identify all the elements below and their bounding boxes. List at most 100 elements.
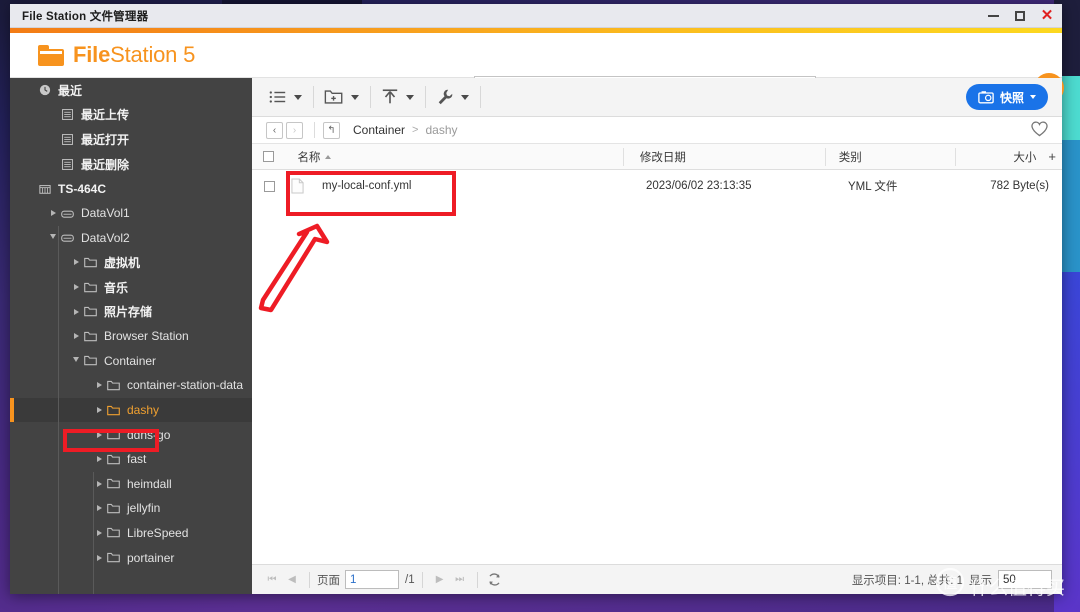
sidebar-item-label: 照片存储 <box>104 305 153 320</box>
per-page-input[interactable] <box>998 570 1052 589</box>
new-folder-dropdown[interactable] <box>347 94 363 100</box>
selection-indicator <box>10 397 14 423</box>
sidebar-item-datavol2[interactable]: DataVol2 <box>10 226 252 251</box>
sidebar-item-虚拟机[interactable]: 虚拟机 <box>10 250 252 275</box>
chevron-right-icon[interactable] <box>70 333 82 340</box>
chevron-right-icon[interactable] <box>93 505 105 512</box>
close-button[interactable]: ✕ <box>1040 8 1054 23</box>
chevron-down-icon[interactable] <box>70 356 82 365</box>
next-page-button[interactable]: ▶ <box>430 574 450 585</box>
tools-dropdown[interactable] <box>457 94 473 100</box>
select-all-checkbox[interactable] <box>252 151 285 162</box>
chevron-right-icon[interactable] <box>93 529 105 536</box>
up-button[interactable]: ↰ <box>323 121 340 139</box>
folder-icon <box>105 478 122 489</box>
sidebar-item-最近删除[interactable]: 最近删除 <box>10 152 252 177</box>
folder-icon <box>82 257 99 268</box>
heart-icon[interactable] <box>1031 121 1048 142</box>
new-folder-icon[interactable] <box>321 83 347 111</box>
sidebar-item-label: TS-464C <box>58 181 107 196</box>
volume-icon <box>59 208 76 219</box>
chevron-right-icon[interactable] <box>93 456 105 463</box>
sidebar-item-label: 最近打开 <box>81 132 130 147</box>
breadcrumb-container[interactable]: Container <box>353 123 405 137</box>
sort-ascending-icon <box>325 154 332 159</box>
column-header-modified[interactable]: 修改日期 <box>624 144 826 170</box>
page-total: /1 <box>405 573 415 586</box>
row-checkbox[interactable] <box>252 180 286 192</box>
snapshot-button[interactable]: 快照 <box>965 84 1048 110</box>
chevron-right-icon[interactable] <box>93 382 105 389</box>
folder-logo-icon <box>38 44 64 66</box>
sidebar-item-label: 音乐 <box>104 280 129 295</box>
content-toolbar: 快照 <box>252 78 1062 117</box>
breadcrumb-bar: ‹ › ↰ Container > dashy <box>252 117 1062 144</box>
folder-icon <box>105 552 122 563</box>
chevron-right-icon[interactable] <box>93 407 105 414</box>
page-input[interactable] <box>345 570 399 589</box>
sidebar-item-librespeed[interactable]: LibreSpeed <box>10 521 252 546</box>
upload-icon[interactable] <box>378 83 402 111</box>
column-header-size[interactable]: 大小 <box>956 144 1043 170</box>
brand-text: FileStation 5 <box>73 42 195 68</box>
sidebar-item-label: container-station-data <box>127 378 244 393</box>
desktop: File Station 文件管理器 ✕ FileStation 5 在"das… <box>0 0 1080 612</box>
sidebar-item-label: heimdall <box>127 476 172 491</box>
sidebar-item-jellyfin[interactable]: jellyfin <box>10 496 252 521</box>
content-pane: 快照 ‹ › ↰ Container > dashy 名称 修改日期 类别 大小… <box>252 78 1062 594</box>
sidebar-item-label: portainer <box>127 550 175 565</box>
forward-button[interactable]: › <box>286 121 303 139</box>
view-list-dropdown[interactable] <box>290 94 306 100</box>
sidebar-item-dashy[interactable]: dashy <box>10 397 252 423</box>
chevron-right-icon[interactable] <box>93 554 105 561</box>
sidebar-item-datavol1[interactable]: DataVol1 <box>10 201 252 226</box>
file-list[interactable]: my-local-conf.yml 2023/06/02 23:13:35 YML … <box>252 170 1062 564</box>
sidebar-item-最近打开[interactable]: 最近打开 <box>10 127 252 152</box>
maximize-button[interactable] <box>1013 9 1027 23</box>
sidebar-item-portainer[interactable]: portainer <box>10 545 252 570</box>
minimize-button[interactable] <box>986 9 1000 23</box>
file-station-window: File Station 文件管理器 ✕ FileStation 5 在"das… <box>10 4 1064 594</box>
sidebar-item-ts-464c[interactable]: TS-464C <box>10 176 252 201</box>
folder-icon <box>105 380 122 391</box>
first-page-button[interactable]: ⏮ <box>262 574 282 585</box>
sidebar-item-fast[interactable]: fast <box>10 447 252 472</box>
sidebar-item-照片存储[interactable]: 照片存储 <box>10 299 252 324</box>
add-column-button[interactable]: + <box>1042 149 1062 164</box>
sidebar-item-container[interactable]: Container <box>10 349 252 374</box>
sidebar-item-label: Browser Station <box>104 329 189 344</box>
brand-bold: File <box>73 42 111 67</box>
table-header: 名称 修改日期 类别 大小 + <box>252 144 1062 170</box>
sidebar-item-音乐[interactable]: 音乐 <box>10 275 252 300</box>
refresh-list-icon[interactable] <box>485 572 505 587</box>
chevron-right-icon[interactable] <box>93 431 105 438</box>
chevron-right-icon[interactable] <box>70 308 82 315</box>
chevron-right-icon[interactable] <box>47 210 59 217</box>
chevron-right-icon[interactable] <box>70 259 82 266</box>
folder-icon <box>82 306 99 317</box>
sidebar-tree[interactable]: 最近 最近上传最近打开最近删除 TS-464C DataVol1 DataVol2 虚拟机… <box>10 78 252 594</box>
table-row[interactable]: my-local-conf.yml 2023/06/02 23:13:35 YML … <box>252 170 1062 202</box>
sidebar-item-label: 虚拟机 <box>104 255 141 270</box>
folder-icon <box>82 282 99 293</box>
chevron-right-icon[interactable] <box>70 284 82 291</box>
tools-icon[interactable] <box>433 83 457 111</box>
list-icon <box>59 134 76 145</box>
last-page-button[interactable]: ⏭ <box>450 574 470 585</box>
sidebar-item-最近[interactable]: 最近 <box>10 78 252 103</box>
sidebar-item-label: jellyfin <box>127 501 161 516</box>
sidebar-item-heimdall[interactable]: heimdall <box>10 472 252 497</box>
column-header-category[interactable]: 类别 <box>826 144 956 170</box>
sidebar-item-label: fast <box>127 452 147 467</box>
view-list-icon[interactable] <box>266 83 290 111</box>
back-button[interactable]: ‹ <box>266 121 283 139</box>
column-header-name[interactable]: 名称 <box>285 144 624 170</box>
sidebar-item-ddns-go[interactable]: ddns-go <box>10 422 252 447</box>
sidebar-item-最近上传[interactable]: 最近上传 <box>10 103 252 128</box>
tree-guide-line <box>93 472 94 594</box>
prev-page-button[interactable]: ◀ <box>282 574 302 585</box>
sidebar-item-browser-station[interactable]: Browser Station <box>10 324 252 349</box>
upload-dropdown[interactable] <box>402 94 418 100</box>
sidebar-item-container-station-data[interactable]: container-station-data <box>10 373 252 398</box>
chevron-right-icon[interactable] <box>93 480 105 487</box>
